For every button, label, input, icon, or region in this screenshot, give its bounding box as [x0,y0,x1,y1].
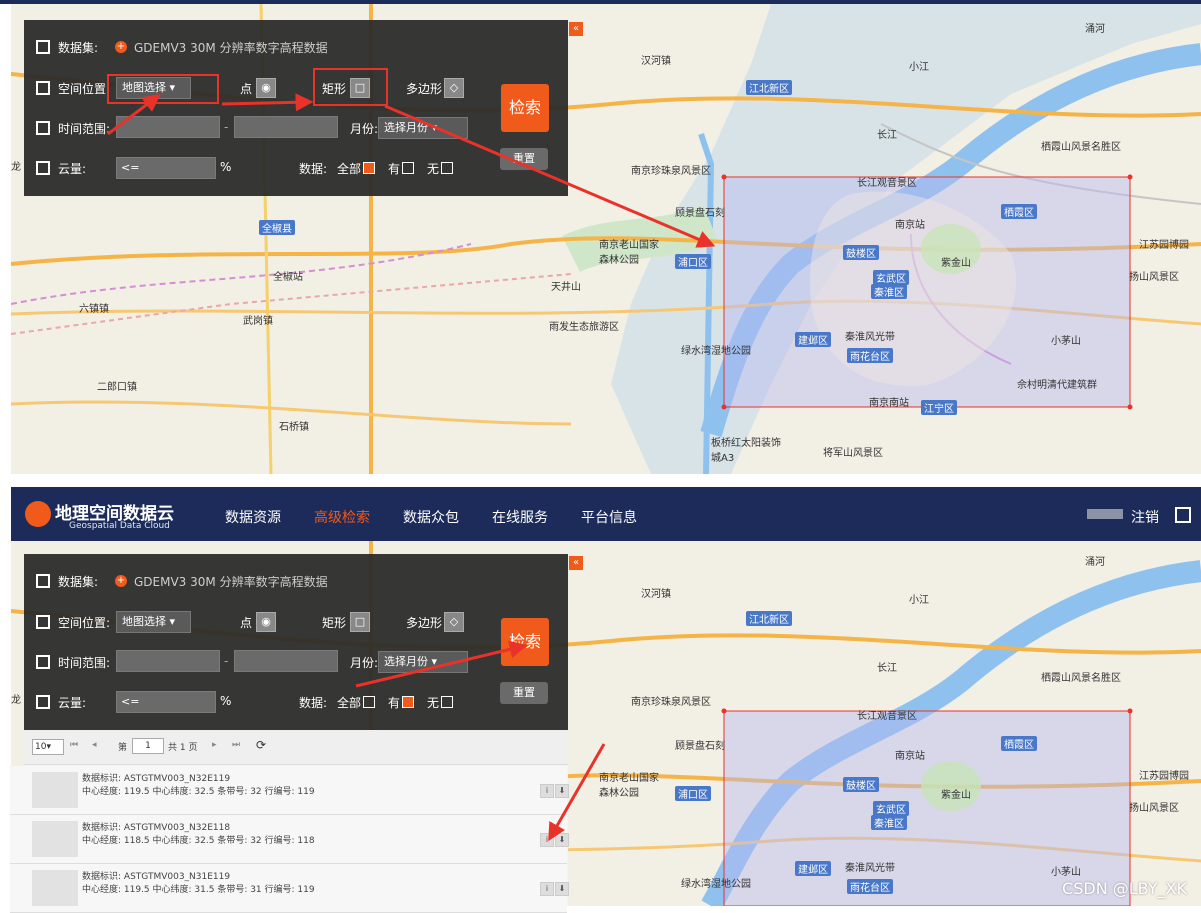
watermark: CSDN @LBY_XK [1062,879,1187,898]
annotation-arrows-bottom [355,640,606,842]
annotation-arrows-top [0,0,1201,248]
